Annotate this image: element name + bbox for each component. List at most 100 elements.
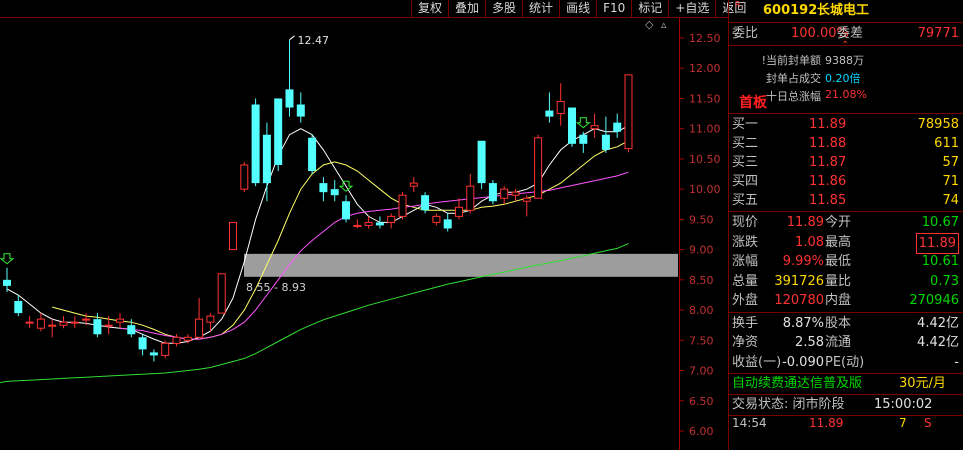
toolbar-button-draw-line[interactable]: 画线	[559, 0, 596, 17]
finance-row: 换手 8.87% 股本 4.42亿	[732, 315, 959, 331]
tick-row: 14:54 11.89 7 S	[729, 416, 963, 430]
toolbar-button-overlay[interactable]: 叠加	[448, 0, 485, 17]
candle-body	[138, 337, 147, 350]
y-tick-label: 9.50	[689, 213, 714, 226]
toolbar-button-multi-stock[interactable]: 多股	[485, 0, 522, 17]
bid-row: 买三 11.87 57	[732, 155, 959, 170]
y-tick-label: 12.00	[689, 62, 721, 75]
trade-status: 交易状态: 闭市阶段 15:00:02	[729, 395, 963, 416]
candle-body	[262, 134, 271, 184]
candle-body	[590, 125, 599, 130]
candle-body	[511, 191, 520, 196]
triangle-up-icon[interactable]: ▵	[661, 18, 667, 31]
candle-body	[534, 137, 543, 199]
price-zone-band	[244, 253, 678, 277]
tick-time: 14:54	[732, 416, 767, 430]
toolbar-button-mark[interactable]: 标记	[631, 0, 668, 17]
candle-body	[59, 321, 68, 326]
candle-body	[421, 195, 430, 211]
ad-price[interactable]: 30元/月	[899, 374, 946, 394]
stock-title: R 600192 长城电工	[729, 0, 963, 23]
kline-chart-canvas[interactable]: 12.50 12.00 11.50 11.00 10.50 10.00 9.50 9.00 8.…	[0, 0, 728, 450]
y-tick-label: 7.50	[689, 334, 714, 347]
y-tick-label: 8.00	[689, 304, 714, 317]
candle-body	[116, 318, 124, 323]
candle-body	[398, 194, 407, 217]
candle-body	[285, 89, 294, 108]
candle-body	[127, 325, 136, 335]
tick-price: 11.89	[809, 416, 844, 430]
candle-body	[443, 219, 452, 229]
candle-body	[251, 104, 260, 184]
kline-chart[interactable]: 12.50 12.00 11.50 11.00 10.50 10.00 9.50 9.00 8.…	[0, 0, 746, 450]
high-marker-pointer	[289, 35, 295, 41]
candle-body	[183, 336, 192, 341]
y-tick-label: 12.50	[689, 32, 721, 45]
stat-row: 现价 11.89 今开 10.67	[732, 215, 959, 230]
expand-arrow-icon[interactable]: ⌃	[841, 40, 849, 51]
seal-amount-value: 9388万	[825, 54, 864, 67]
candle-body	[568, 107, 576, 144]
y-tick-label: 10.50	[689, 153, 721, 166]
candle-body	[556, 100, 565, 115]
candle-body	[240, 164, 249, 190]
candle-body	[161, 342, 170, 356]
subscription-ad[interactable]: 自动续费通达信普及版 30元/月	[729, 374, 963, 395]
candle-body	[104, 324, 113, 327]
finance-row: 净资 2.58 流通 4.42亿	[732, 335, 959, 350]
signal-arrow-icon	[0, 253, 15, 265]
stat-row: 涨跌 1.08 最高 11.89	[729, 232, 963, 254]
candle-body	[455, 206, 463, 217]
stock-name: 长城电工	[817, 3, 870, 18]
candle-body	[296, 104, 305, 117]
quote-stats: 现价 11.89 今开 10.67 涨跌 1.08 最高 11.89 涨幅 9.99% 最低 10…	[729, 212, 963, 313]
tick-volume: 7	[899, 416, 907, 430]
candle-body	[500, 188, 509, 199]
candle-body	[375, 222, 384, 226]
chart-toolbar: 复权 叠加 多股 统计 画线 F10 标记 +自选 返回	[411, 0, 752, 17]
stock-code: 600192	[763, 3, 818, 18]
candle-body	[14, 301, 23, 314]
candle-body	[624, 74, 633, 150]
y-tick-label: 7.00	[689, 365, 714, 378]
margin-flag: R	[735, 0, 741, 9]
toolbar-button-f10[interactable]: F10	[596, 0, 631, 17]
seal-amount-label: !当前封单额	[761, 54, 821, 67]
diamond-icon[interactable]: ◇	[645, 18, 653, 31]
candle-body	[353, 224, 362, 227]
candle-body	[195, 318, 204, 338]
stat-row: 涨幅 9.99% 最低 10.61	[732, 254, 959, 269]
candle-body	[432, 215, 441, 223]
y-tick-label: 6.50	[689, 395, 714, 408]
weibi-label: 委比	[732, 26, 759, 41]
candle-body	[466, 185, 475, 211]
tick-side: S	[924, 416, 932, 430]
trade-status-label: 交易状态: 闭市阶段	[732, 397, 845, 412]
signal-arrow-icon	[575, 117, 591, 129]
bid-row: 买一 11.89 78958	[732, 117, 959, 132]
toolbar-button-statistics[interactable]: 统计	[522, 0, 559, 17]
candle-body	[3, 279, 11, 286]
candle-body	[25, 321, 34, 324]
toolbar-button-fuquan[interactable]: 复权	[411, 0, 448, 17]
ad-text[interactable]: 自动续费通达信普及版	[732, 374, 862, 394]
y-tick-label: 11.00	[689, 123, 721, 136]
candle-body	[477, 140, 486, 184]
stat-row: 总量 391726 量比 0.73	[732, 273, 959, 289]
candle-body	[601, 134, 610, 150]
candle-body	[409, 182, 418, 187]
weicha-value: 79771	[917, 26, 959, 41]
candle-body	[308, 137, 317, 172]
seal-ratio-value: 0.20倍	[825, 72, 861, 85]
ten-day-gain-value: 21.08%	[825, 88, 867, 101]
candle-body	[579, 134, 588, 144]
y-tick-label: 8.50	[689, 274, 714, 287]
y-tick-label: 10.00	[689, 183, 721, 196]
bid-row: 买五 11.85 74	[732, 193, 959, 208]
toolbar-button-add-watchlist[interactable]: +自选	[668, 0, 715, 17]
candle-body	[488, 183, 497, 202]
candle-body	[48, 324, 57, 327]
candle-body	[93, 319, 102, 335]
first-board-badge: 首板	[739, 95, 767, 111]
candle-body	[229, 221, 237, 251]
